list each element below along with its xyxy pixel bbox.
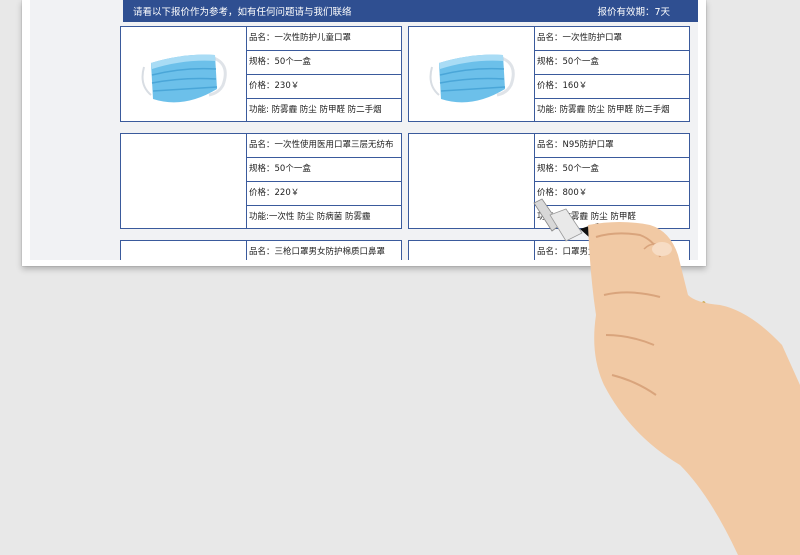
product-image-cell [121, 27, 247, 121]
mask-icon [141, 54, 227, 103]
product-name: 品名：一次性防护儿童口罩 [247, 27, 401, 51]
product-function: 功能:一次性 防尘 防病菌 防雾霾 [249, 212, 371, 222]
header-banner: 请看以下报价作为参考，如有任何问题请与我们联络 报价有效期：7天 [123, 0, 698, 22]
product-spec: 规格：50个一盒 [247, 158, 401, 182]
product-card: 品名：一次性使用医用口罩三层无纺布 规格：50个一盒 价格：220￥ 功能:一次… [120, 133, 402, 229]
product-spec: 规格：50个一盒 [535, 158, 689, 182]
product-image-cell [409, 241, 535, 260]
product-function: 功能: 防雾霾 防尘 防甲醛 防二手烟 [537, 105, 670, 115]
hand-with-pen-image [533, 198, 800, 555]
quote-notice: 请看以下报价作为参考，如有任何问题请与我们联络 [133, 7, 352, 18]
product-function: 功能: 防雾霾 防尘 防甲醛 防二手烟 [249, 105, 382, 115]
product-name: 品名：N95防护口罩 [535, 134, 689, 158]
product-card: 品名：一次性防护口罩 规格：50个一盒 价格：160￥ 功能: 防雾霾 防尘 防… [408, 26, 690, 122]
product-price: 价格：220￥ [247, 182, 401, 206]
quote-validity: 报价有效期：7天 [597, 7, 670, 18]
product-name: 品名：一次性使用医用口罩三层无纺布 [247, 134, 401, 158]
mask-icon [429, 54, 515, 103]
product-image-cell [409, 27, 535, 121]
product-image-cell [409, 134, 535, 228]
product-spec: 规格：50个一盒 [535, 51, 689, 75]
product-price: 价格：230￥ [247, 75, 401, 99]
product-card: 品名：一次性防护儿童口罩 规格：50个一盒 价格：230￥ 功能: 防雾霾 防尘… [120, 26, 402, 122]
product-name: 品名：一次性防护口罩 [535, 27, 689, 51]
product-image-cell [121, 241, 247, 260]
product-name: 品名：三枪口罩男女防护棉质口鼻罩 [249, 247, 386, 257]
hand-icon [588, 222, 800, 555]
product-image-cell [121, 134, 247, 228]
product-card: 品名：三枪口罩男女防护棉质口鼻罩 [120, 240, 402, 260]
product-spec: 规格：50个一盒 [247, 51, 401, 75]
product-price: 价格：160￥ [535, 75, 689, 99]
